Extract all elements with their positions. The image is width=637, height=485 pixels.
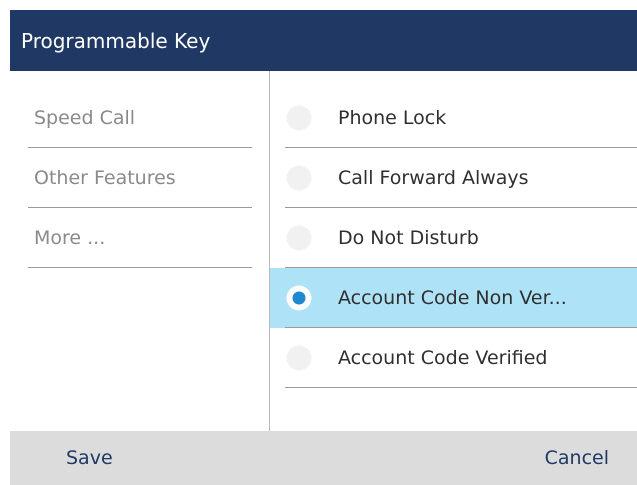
left-menu-list: Speed Call Other Features More ...	[28, 88, 252, 268]
left-menu-item-label: More ...	[34, 226, 106, 249]
option-account-code-verified[interactable]: Account Code Verified	[270, 328, 637, 388]
option-label: Do Not Disturb	[338, 227, 479, 249]
radio-unselected-icon[interactable]	[285, 224, 313, 252]
cancel-button-label: Cancel	[544, 447, 609, 469]
radio-unselected-icon[interactable]	[285, 104, 313, 132]
option-account-code-non-verified[interactable]: Account Code Non Ver...	[270, 268, 637, 328]
left-menu-item-speed-call[interactable]: Speed Call	[28, 88, 252, 148]
radio-selected-icon[interactable]	[285, 284, 313, 312]
left-menu-item-other-features[interactable]: Other Features	[28, 148, 252, 208]
option-label: Account Code Non Ver...	[338, 287, 567, 309]
cancel-button[interactable]: Cancel	[545, 431, 609, 485]
options-list: Phone Lock Call Forward Always Do Not Di…	[270, 88, 637, 388]
left-menu-item-label: Other Features	[34, 166, 176, 189]
save-button[interactable]: Save	[66, 431, 113, 485]
left-menu-item-label: Speed Call	[34, 106, 136, 129]
option-label: Phone Lock	[338, 107, 447, 129]
option-label: Call Forward Always	[338, 167, 529, 189]
footer-bar: Save Cancel	[10, 431, 637, 485]
header-bar: Programmable Key	[10, 10, 637, 71]
left-menu-pane: Speed Call Other Features More ...	[10, 71, 269, 431]
option-phone-lock[interactable]: Phone Lock	[270, 88, 637, 148]
option-do-not-disturb[interactable]: Do Not Disturb	[270, 208, 637, 268]
option-label: Account Code Verified	[338, 347, 548, 369]
radio-unselected-icon[interactable]	[285, 164, 313, 192]
radio-unselected-icon[interactable]	[285, 344, 313, 372]
page-title: Programmable Key	[21, 28, 211, 53]
save-button-label: Save	[66, 447, 113, 469]
content-area: Speed Call Other Features More ... Phone…	[10, 71, 637, 431]
programmable-key-screen: Programmable Key Speed Call Other Featur…	[10, 10, 637, 485]
left-menu-item-more[interactable]: More ...	[28, 208, 252, 268]
option-call-forward-always[interactable]: Call Forward Always	[270, 148, 637, 208]
